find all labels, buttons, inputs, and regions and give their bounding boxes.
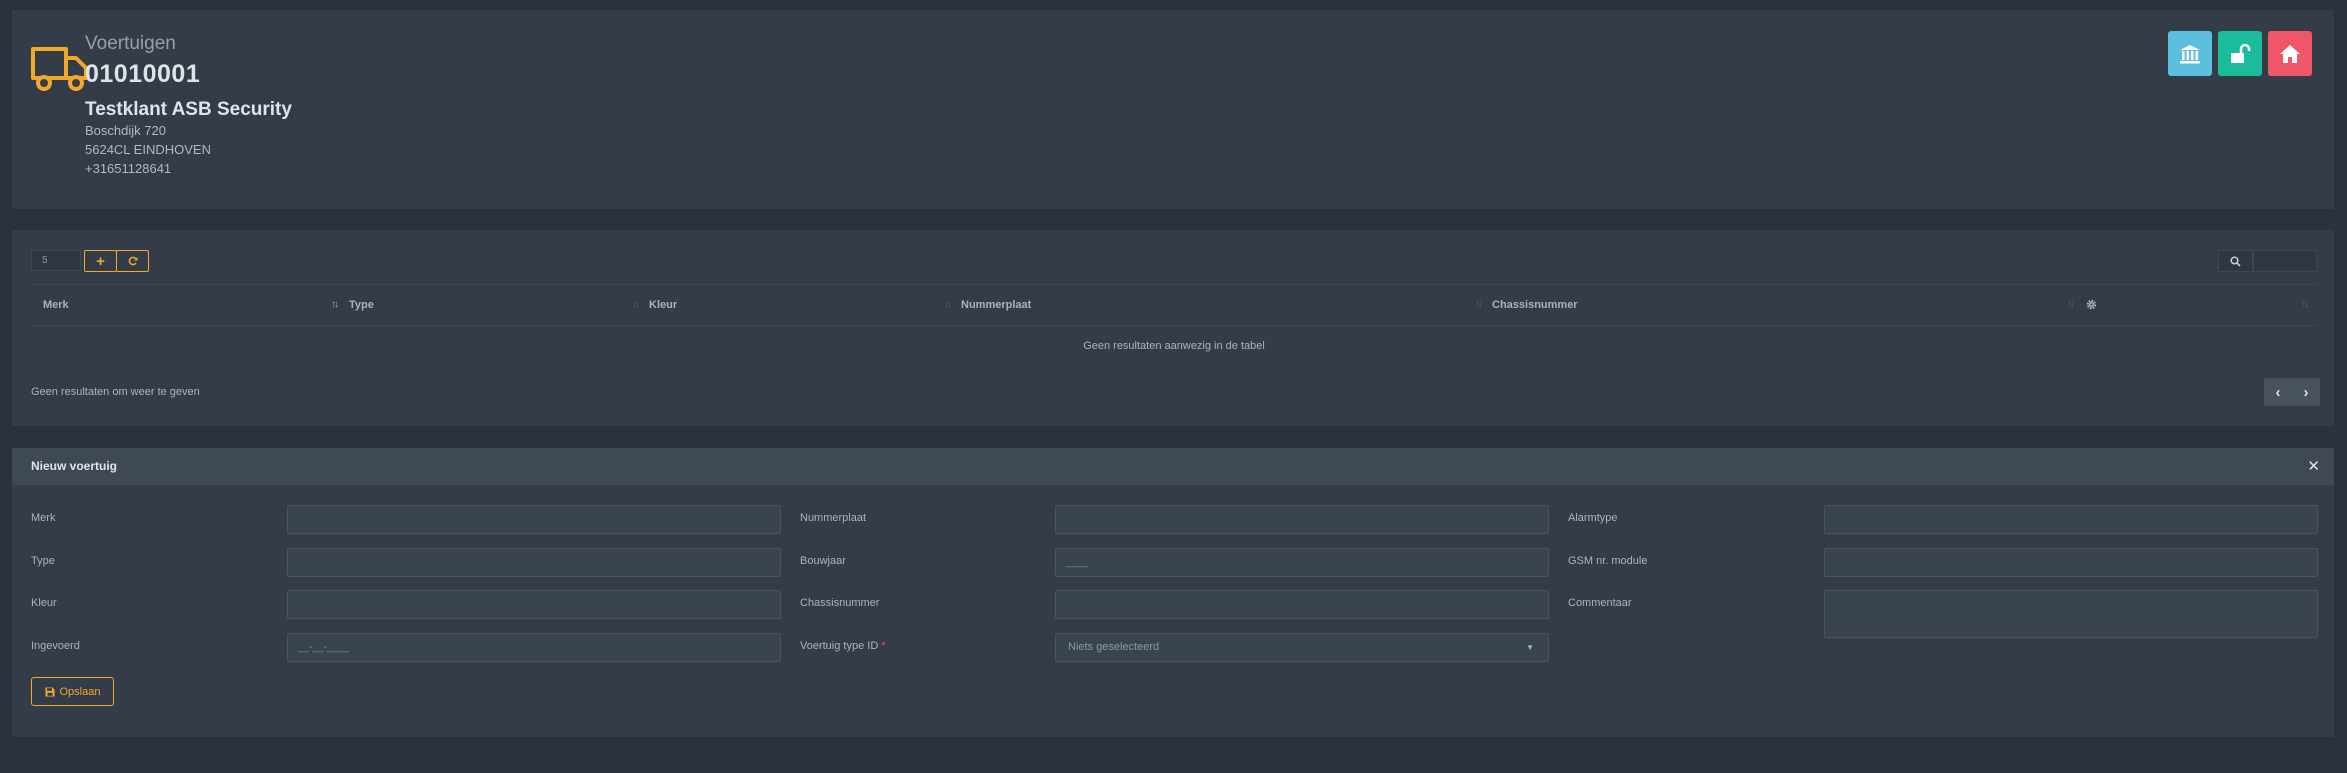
header-panel: Voertuigen 01010001 Testklant ASB Securi…	[12, 10, 2334, 209]
label-ingevoerd: Ingevoerd	[31, 640, 80, 652]
label-kleur: Kleur	[31, 597, 57, 609]
form-header: Nieuw voertuig ✕	[12, 448, 2334, 485]
new-vehicle-form-panel: Nieuw voertuig ✕ Merk Type Kleur Ingevoe…	[12, 448, 2334, 737]
caret-down-icon: ▼	[1526, 643, 1534, 652]
address-line1: Boschdijk 720	[85, 123, 166, 138]
sort-icon: ↑↓	[2301, 299, 2309, 310]
home-icon	[2280, 44, 2300, 63]
chevron-left-icon: ‹	[2275, 383, 2281, 401]
save-button-label: Opslaan	[59, 685, 101, 698]
label-chassisnummer: Chassisnummer	[800, 597, 880, 609]
address-line2: 5624CL EINDHOVEN	[85, 142, 211, 157]
kleur-input[interactable]	[287, 590, 781, 619]
sort-icon: ↑↓	[1475, 299, 1483, 310]
chevron-right-icon: ›	[2303, 383, 2309, 401]
bank-button[interactable]	[2168, 31, 2212, 76]
vehicles-table-panel: 5 + Merk ↑↓ Type ↑↓ Kleur ↑↓ Nummerplaat…	[12, 230, 2334, 426]
label-voertuig-type: Voertuig type ID *	[800, 640, 886, 652]
voertuig-type-select[interactable]: Niets geselecteerd ▼	[1055, 633, 1549, 662]
bank-icon	[2180, 44, 2200, 63]
type-input[interactable]	[287, 548, 781, 577]
column-header-merk[interactable]: Merk	[43, 285, 69, 325]
label-alarmtype: Alarmtype	[1568, 512, 1618, 524]
merk-input[interactable]	[287, 505, 781, 534]
required-mark: *	[881, 640, 886, 652]
next-page-button[interactable]: ›	[2292, 378, 2320, 406]
table-info: Geen resultaten om weer te geven	[31, 386, 200, 398]
gear-icon	[2086, 299, 2097, 310]
sort-icon: ↑↓	[632, 299, 640, 310]
column-header-type[interactable]: Type	[349, 285, 374, 325]
unlock-icon	[2231, 43, 2251, 63]
empty-table-message: Geen resultaten aanwezig in de tabel	[1083, 340, 1265, 352]
column-header-kleur[interactable]: Kleur	[649, 285, 677, 325]
search-button[interactable]	[2218, 250, 2253, 272]
close-icon[interactable]: ✕	[2307, 448, 2320, 485]
commentaar-textarea[interactable]	[1824, 590, 2318, 638]
truck-icon	[31, 47, 88, 91]
ingevoerd-date-input[interactable]: __-__-____	[287, 633, 781, 662]
sort-icon: ↑↓	[2067, 299, 2075, 310]
page-length-select[interactable]: 5	[31, 250, 81, 271]
previous-page-button[interactable]: ‹	[2264, 378, 2292, 406]
chassisnummer-input[interactable]	[1055, 590, 1549, 619]
voertuig-type-selected: Niets geselecteerd	[1068, 641, 1160, 653]
table-header: Merk ↑↓ Type ↑↓ Kleur ↑↓ Nummerplaat ↑↓ …	[31, 284, 2317, 326]
alarmtype-input[interactable]	[1824, 505, 2318, 534]
refresh-icon	[128, 256, 137, 266]
nummerplaat-input[interactable]	[1055, 505, 1549, 534]
client-name: Testklant ASB Security	[85, 99, 292, 120]
page-title: Voertuigen	[85, 33, 176, 54]
label-commentaar: Commentaar	[1568, 597, 1632, 609]
home-button[interactable]	[2268, 31, 2312, 76]
vehicle-code: 01010001	[85, 60, 201, 88]
sort-asc-icon: ↑↓	[331, 299, 339, 310]
plus-icon: +	[96, 252, 105, 270]
save-button[interactable]: Opslaan	[31, 677, 114, 706]
gsm-module-input[interactable]	[1824, 548, 2318, 577]
label-gsm-module: GSM nr. module	[1568, 555, 1648, 567]
unlock-button[interactable]	[2218, 31, 2262, 76]
phone-number: +31651128641	[85, 161, 172, 176]
label-type: Type	[31, 555, 55, 567]
sort-icon: ↑↓	[944, 299, 952, 310]
refresh-button[interactable]	[116, 250, 149, 272]
column-header-chassisnummer[interactable]: Chassisnummer	[1492, 285, 1578, 325]
label-nummerplaat: Nummerplaat	[800, 512, 867, 524]
label-bouwjaar: Bouwjaar	[800, 555, 846, 567]
add-button[interactable]: +	[84, 250, 117, 272]
search-input[interactable]	[2253, 250, 2317, 272]
column-header-nummerplaat[interactable]: Nummerplaat	[961, 285, 1031, 325]
floppy-disk-icon	[45, 687, 54, 696]
form-title: Nieuw voertuig	[31, 459, 118, 473]
label-merk: Merk	[31, 512, 56, 524]
voertuig-type-label-text: Voertuig type ID	[800, 640, 879, 652]
bouwjaar-input[interactable]: ____	[1055, 548, 1549, 577]
search-icon	[2230, 255, 2241, 267]
